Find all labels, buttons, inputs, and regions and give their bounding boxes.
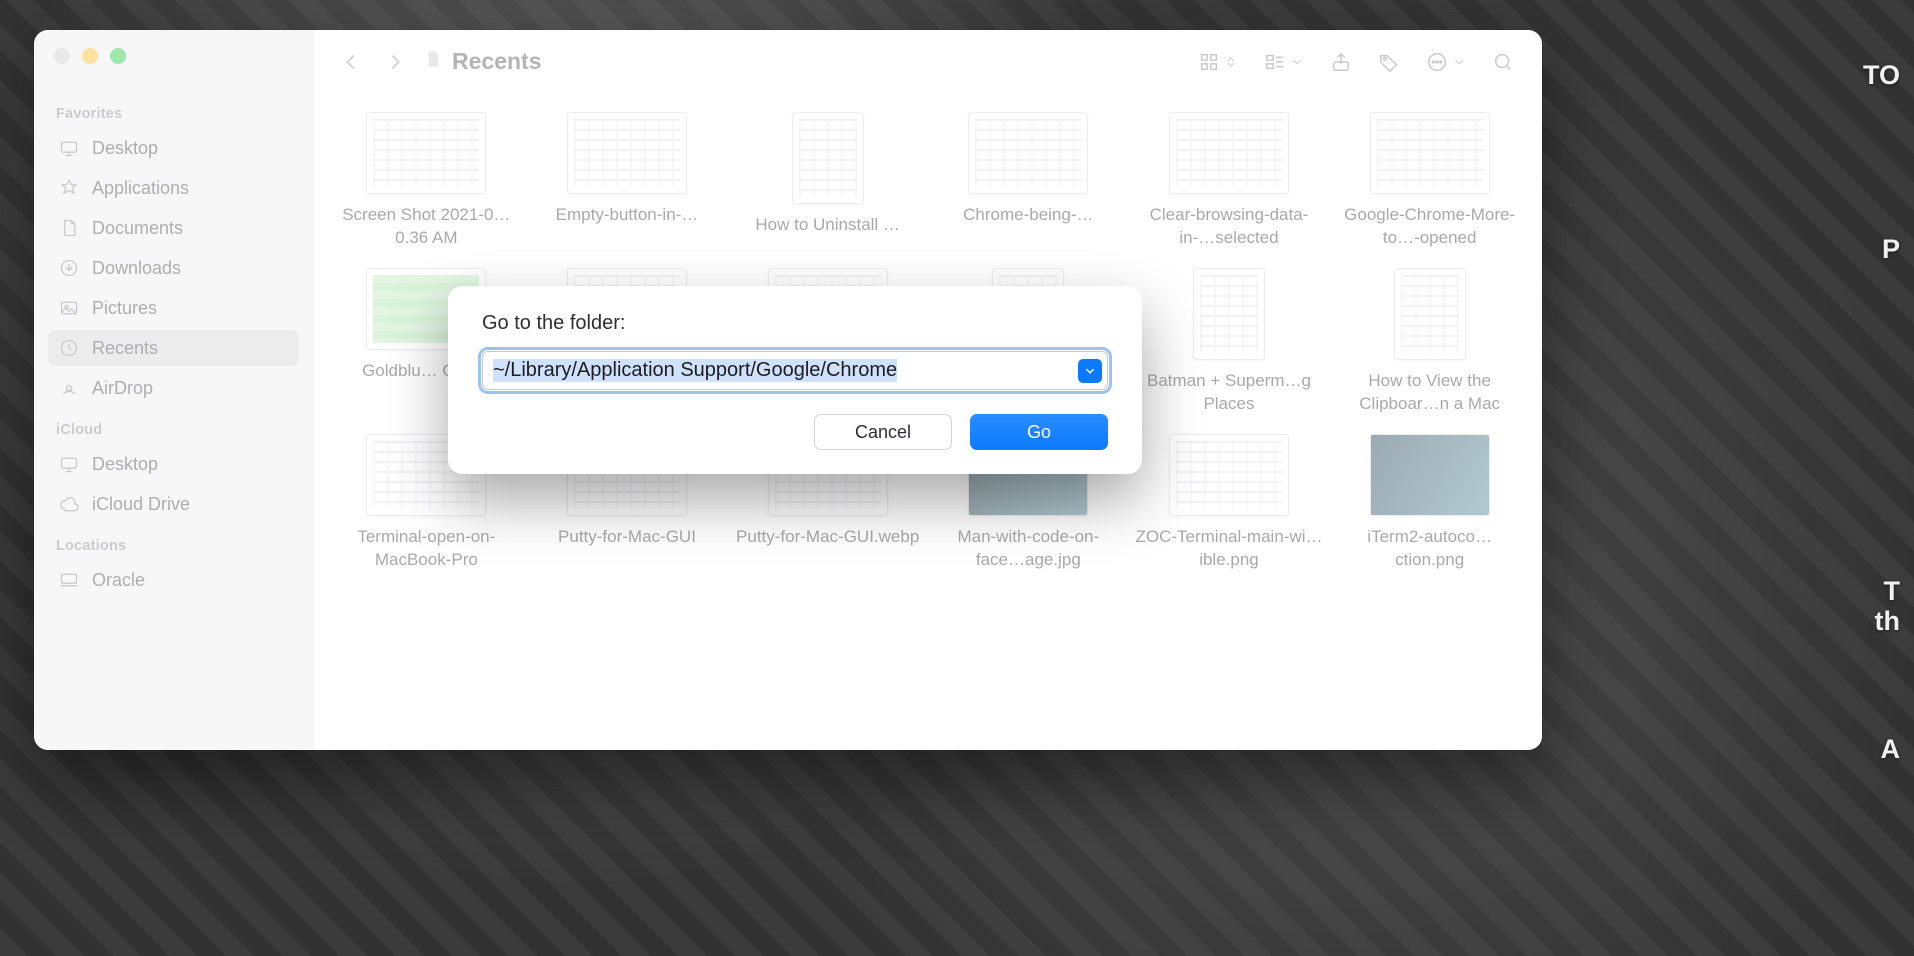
file-item[interactable]: How to View the Clipboar…n a Mac	[1335, 268, 1524, 416]
dialog-button-row: Cancel Go	[482, 414, 1108, 450]
finder-toolbar: Recents	[314, 30, 1542, 94]
sidebar-item-pictures[interactable]: Pictures	[48, 290, 299, 326]
file-name: Google-Chrome-More-to…-opened	[1335, 204, 1524, 250]
file-item[interactable]: Clear-browsing-data-in-…selected	[1135, 112, 1324, 250]
downloads-icon	[58, 257, 80, 279]
sidebar-item-label: Recents	[92, 338, 158, 359]
file-name: Empty-button-in-…	[556, 204, 699, 227]
pictures-icon	[58, 297, 80, 319]
group-button[interactable]	[1258, 47, 1310, 77]
file-item[interactable]: Batman + Superm…g Places	[1135, 268, 1324, 416]
sidebar-item-airdrop[interactable]: AirDrop	[48, 370, 299, 406]
go-label: Go	[1027, 422, 1051, 443]
sidebar-item-icloud-drive[interactable]: iCloud Drive	[48, 486, 299, 522]
file-name: Putty-for-Mac-GUI	[558, 526, 696, 549]
sidebar-item-applications[interactable]: Applications	[48, 170, 299, 206]
documents-icon	[58, 217, 80, 239]
file-name: Terminal-open-on-MacBook-Pro	[332, 526, 521, 572]
history-dropdown-button[interactable]	[1078, 359, 1102, 383]
sidebar-item-label: Documents	[92, 218, 183, 239]
sidebar-item-label: Desktop	[92, 454, 158, 475]
file-item[interactable]: How to Uninstall …	[733, 112, 922, 250]
more-button[interactable]	[1420, 47, 1472, 77]
file-name: Putty-for-Mac-GUI.webp	[736, 526, 919, 549]
sidebar-item-desktop[interactable]: Desktop	[48, 130, 299, 166]
desktop-icon	[58, 453, 80, 475]
file-name: ZOC-Terminal-main-wi…ible.png	[1135, 526, 1324, 572]
sidebar-item-label: iCloud Drive	[92, 494, 190, 515]
search-button[interactable]	[1486, 47, 1520, 77]
file-item[interactable]: iTerm2-autoco…ction.png	[1335, 434, 1524, 572]
airdrop-icon	[58, 377, 80, 399]
folder-path-input[interactable]	[482, 351, 1108, 390]
edge-text: T	[1884, 576, 1901, 607]
sidebar-item-label: Downloads	[92, 258, 181, 279]
file-item[interactable]: Google-Chrome-More-to…-opened	[1335, 112, 1524, 250]
document-icon	[424, 48, 442, 75]
desktop-icon	[58, 137, 80, 159]
sidebar-item-label: AirDrop	[92, 378, 153, 399]
cloud-icon	[58, 493, 80, 515]
file-name: Man-with-code-on-face…age.jpg	[934, 526, 1123, 572]
sidebar-item-label: Pictures	[92, 298, 157, 319]
finder-sidebar: Favorites Desktop Applications Documents…	[34, 30, 314, 750]
forward-button[interactable]	[380, 47, 410, 77]
maximize-button[interactable]	[110, 48, 126, 64]
sidebar-section-locations: Locations	[48, 532, 299, 558]
applications-icon	[58, 177, 80, 199]
file-name: iTerm2-autoco…ction.png	[1335, 526, 1524, 572]
sidebar-item-label: Oracle	[92, 570, 145, 591]
file-name: How to Uninstall …	[755, 214, 900, 237]
file-item[interactable]: ZOC-Terminal-main-wi…ible.png	[1135, 434, 1324, 572]
file-name: Clear-browsing-data-in-…selected	[1135, 204, 1324, 250]
sidebar-item-icloud-desktop[interactable]: Desktop	[48, 446, 299, 482]
file-name: Batman + Superm…g Places	[1135, 370, 1324, 416]
file-name: Chrome-being-…	[963, 204, 1093, 227]
folder-path-combo	[482, 351, 1108, 390]
file-name: Screen Shot 2021-0…0.36 AM	[332, 204, 521, 250]
edge-text: th	[1875, 606, 1900, 637]
sidebar-item-documents[interactable]: Documents	[48, 210, 299, 246]
window-controls	[48, 48, 299, 64]
tags-button[interactable]	[1372, 47, 1406, 77]
recents-icon	[58, 337, 80, 359]
back-button[interactable]	[336, 47, 366, 77]
edge-text: P	[1882, 234, 1900, 265]
go-to-folder-dialog: Go to the folder: Cancel Go	[448, 286, 1142, 474]
edge-text: TO	[1863, 60, 1900, 91]
cancel-label: Cancel	[855, 422, 911, 443]
sidebar-item-recents[interactable]: Recents	[48, 330, 299, 366]
computer-icon	[58, 569, 80, 591]
go-button[interactable]: Go	[970, 414, 1108, 450]
location-title: Recents	[424, 48, 541, 75]
sidebar-item-label: Desktop	[92, 138, 158, 159]
view-mode-button[interactable]	[1192, 47, 1244, 77]
sidebar-section-icloud: iCloud	[48, 416, 299, 442]
file-name: How to View the Clipboar…n a Mac	[1335, 370, 1524, 416]
minimize-button[interactable]	[82, 48, 98, 64]
dialog-title: Go to the folder:	[482, 312, 1108, 335]
sidebar-section-favorites: Favorites	[48, 100, 299, 126]
file-item[interactable]: Screen Shot 2021-0…0.36 AM	[332, 112, 521, 250]
share-button[interactable]	[1324, 47, 1358, 77]
window-title: Recents	[452, 48, 541, 75]
close-button[interactable]	[54, 48, 70, 64]
sidebar-item-label: Applications	[92, 178, 189, 199]
cancel-button[interactable]: Cancel	[814, 414, 952, 450]
sidebar-item-oracle[interactable]: Oracle	[48, 562, 299, 598]
file-item[interactable]: Empty-button-in-…	[533, 112, 722, 250]
sidebar-item-downloads[interactable]: Downloads	[48, 250, 299, 286]
file-item[interactable]: Chrome-being-…	[934, 112, 1123, 250]
edge-text: A	[1881, 734, 1901, 765]
